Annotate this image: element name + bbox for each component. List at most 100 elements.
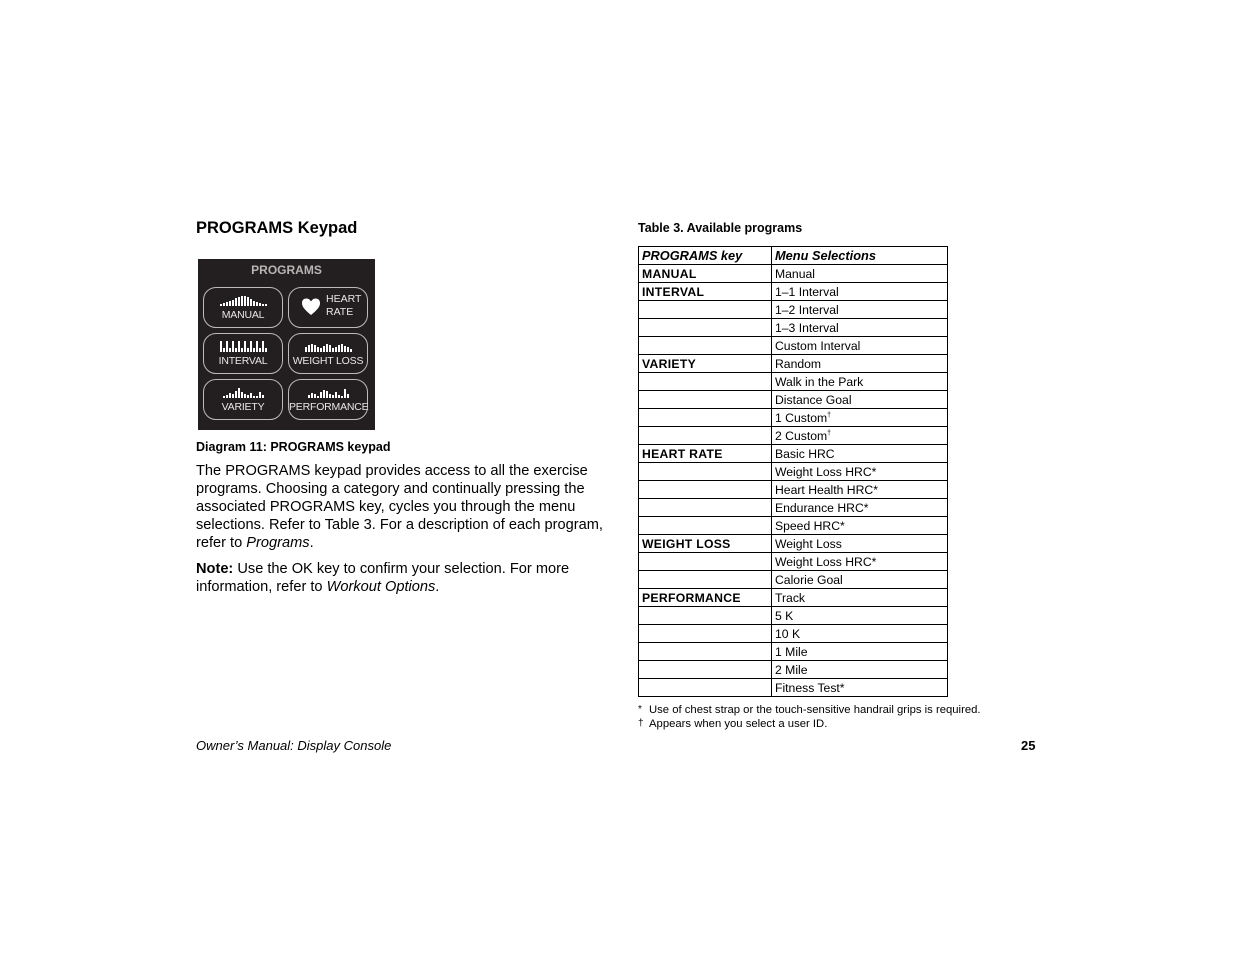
page-number: 25 bbox=[1021, 738, 1036, 753]
menu-selection-text: 1 Custom bbox=[775, 410, 828, 425]
profile-bar bbox=[325, 391, 328, 398]
profile-bar bbox=[222, 348, 225, 352]
menu-selection-cell: 1 Mile bbox=[771, 642, 948, 661]
profile-bar bbox=[240, 296, 243, 306]
profile-bar bbox=[252, 348, 255, 352]
available-programs-table: PROGRAMS key Menu Selections MANUAL Manua… bbox=[638, 246, 948, 697]
profile-bar bbox=[255, 396, 258, 398]
profile-bar bbox=[219, 304, 222, 306]
menu-selection-text: Walk in the Park bbox=[775, 374, 864, 389]
menu-selection-cell: Walk in the Park bbox=[771, 372, 948, 391]
programs-key-cell: WEIGHT LOSS bbox=[638, 534, 772, 553]
profile-bar bbox=[319, 348, 322, 352]
profile-bar bbox=[231, 394, 234, 398]
menu-selection-cell: 10 K bbox=[771, 624, 948, 643]
menu-selection-text: Fitness Test* bbox=[775, 680, 845, 695]
profile-bar bbox=[258, 348, 261, 352]
table-row: Weight Loss HRC* bbox=[638, 552, 948, 571]
profile-bar bbox=[249, 299, 252, 306]
programs-key-cell bbox=[638, 570, 772, 589]
table-row: VARIETY Random bbox=[638, 354, 948, 373]
footnote-mark: † bbox=[638, 718, 644, 729]
programs-key-cell bbox=[638, 642, 772, 661]
menu-selection-cell: 2 Custom† bbox=[771, 426, 948, 445]
table-row: Weight Loss HRC* bbox=[638, 462, 948, 481]
programs-key-cell: PERFORMANCE bbox=[638, 588, 772, 607]
dagger-footnote-mark: † bbox=[827, 411, 832, 419]
programs-key-cell bbox=[638, 606, 772, 625]
profile-bar bbox=[252, 396, 255, 398]
programs-key-cell bbox=[638, 498, 772, 517]
footnote: * Use of chest strap or the touch-sensit… bbox=[638, 703, 981, 717]
profile-bar bbox=[261, 341, 264, 352]
footer-manual-title: Owner’s Manual: Display Console bbox=[196, 738, 392, 753]
workout-options-reference-link[interactable]: Workout Options bbox=[327, 579, 436, 595]
profile-bar bbox=[246, 348, 249, 352]
description-paragraph: The PROGRAMS keypad provides access to a… bbox=[196, 462, 606, 552]
programs-reference-link[interactable]: Programs bbox=[246, 535, 309, 551]
menu-selection-cell: 1–2 Interval bbox=[771, 300, 948, 319]
profile-bar bbox=[228, 301, 231, 306]
menu-selection-text: Heart Health HRC* bbox=[775, 482, 878, 497]
profile-bar bbox=[219, 341, 222, 352]
weight-loss-profile-bars-icon bbox=[289, 341, 367, 352]
note-end: . bbox=[435, 579, 440, 595]
table-row: WEIGHT LOSS Weight Loss bbox=[638, 534, 948, 553]
table-row: Speed HRC* bbox=[638, 516, 948, 535]
programs-key-cell: HEART RATE bbox=[638, 444, 772, 463]
menu-selection-cell: Custom Interval bbox=[771, 336, 948, 355]
profile-bar bbox=[237, 341, 240, 352]
menu-selection-text: 2 Custom bbox=[775, 428, 828, 443]
table-row: Calorie Goal bbox=[638, 570, 948, 589]
footnote: † Appears when you select a user ID. bbox=[638, 717, 981, 731]
interval-key-label: INTERVAL bbox=[218, 355, 268, 367]
profile-bar bbox=[343, 346, 346, 352]
profile-bar bbox=[234, 391, 237, 398]
variety-profile-bars-icon bbox=[204, 387, 282, 398]
profile-bar bbox=[261, 304, 264, 306]
menu-selection-cell: Manual bbox=[771, 264, 948, 283]
profile-bar bbox=[228, 348, 231, 352]
programs-key-cell bbox=[638, 678, 772, 697]
menu-selection-cell: Calorie Goal bbox=[771, 570, 948, 589]
menu-selection-cell: Endurance HRC* bbox=[771, 498, 948, 517]
table-row: HEART RATE Basic HRC bbox=[638, 444, 948, 463]
menu-selection-cell: 5 K bbox=[771, 606, 948, 625]
menu-selection-cell: Speed HRC* bbox=[771, 516, 948, 535]
note-label: Note: bbox=[196, 561, 234, 577]
table-row: 10 K bbox=[638, 624, 948, 643]
table-row: INTERVAL 1–1 Interval bbox=[638, 282, 948, 301]
footnote-text: Appears when you select a user ID. bbox=[649, 718, 828, 730]
programs-key-cell bbox=[638, 426, 772, 445]
profile-bar bbox=[231, 300, 234, 306]
menu-selection-text: Weight Loss bbox=[775, 536, 842, 551]
menu-selection-text: 10 K bbox=[775, 626, 801, 641]
variety-key-label: VARIETY bbox=[221, 401, 265, 413]
programs-key-cell bbox=[638, 318, 772, 337]
weight-loss-key-label: WEIGHT LOSS bbox=[292, 355, 364, 367]
profile-bar bbox=[258, 392, 261, 398]
profile-bar bbox=[234, 298, 237, 306]
menu-selection-text: Track bbox=[775, 590, 806, 605]
profile-bar bbox=[319, 392, 322, 398]
table-row: MANUAL Manual bbox=[638, 264, 948, 283]
programs-key-cell: VARIETY bbox=[638, 354, 772, 373]
profile-bar bbox=[304, 347, 307, 352]
header-programs-key: PROGRAMS key bbox=[638, 246, 772, 265]
profile-bar bbox=[316, 347, 319, 352]
table-row: 1–3 Interval bbox=[638, 318, 948, 337]
profile-bar bbox=[331, 395, 334, 398]
heart-icon bbox=[302, 298, 320, 315]
footnote-text: Use of chest strap or the touch-sensitiv… bbox=[649, 704, 981, 716]
table-row: 1–2 Interval bbox=[638, 300, 948, 319]
profile-bar bbox=[258, 303, 261, 306]
programs-key-cell: MANUAL bbox=[638, 264, 772, 283]
table-row: Distance Goal bbox=[638, 390, 948, 409]
profile-bar bbox=[255, 302, 258, 306]
profile-bar bbox=[316, 396, 319, 398]
programs-key-cell bbox=[638, 408, 772, 427]
menu-selection-text: Weight Loss HRC* bbox=[775, 464, 877, 479]
menu-selection-cell: Distance Goal bbox=[771, 390, 948, 409]
profile-bar bbox=[334, 347, 337, 352]
programs-key-cell bbox=[638, 660, 772, 679]
